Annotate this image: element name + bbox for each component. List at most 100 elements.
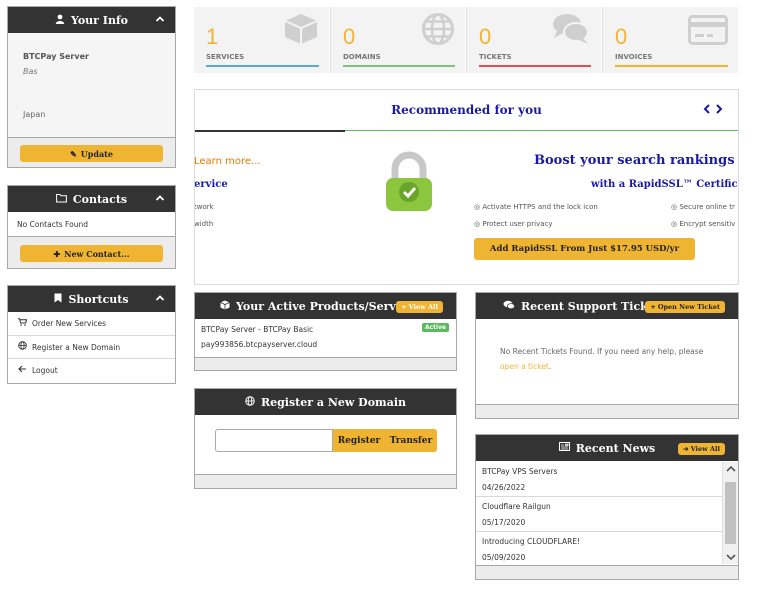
chevron-up-icon[interactable] — [155, 293, 165, 303]
active-products-header: Your Active Products/Services + View All — [195, 293, 456, 319]
comments-icon — [503, 300, 515, 313]
shortcut-register-domain[interactable]: Register a New Domain — [8, 335, 175, 358]
promo-headline: Boost your search rankings — [534, 153, 735, 168]
news-scrollbar[interactable] — [722, 462, 738, 564]
open-ticket-link[interactable]: open — [500, 362, 519, 371]
register-domain-title: Register a New Domain — [260, 395, 407, 409]
shortcut-order-new-services[interactable]: Order New Services — [8, 312, 175, 335]
register-domain-footer — [195, 474, 456, 488]
scroll-up-icon[interactable] — [723, 462, 739, 476]
feature-1: ◎ Activate HTTPS and the lock icon — [474, 203, 598, 211]
cart-icon — [18, 318, 32, 329]
domain-input[interactable] — [215, 429, 333, 452]
chevron-up-icon[interactable] — [155, 14, 165, 24]
product-row[interactable]: BTCPay Server - BTCPay Basic pay993856.b… — [195, 319, 456, 355]
box-icon — [284, 14, 318, 44]
tab-underline-left — [195, 130, 345, 132]
view-all-products-button[interactable]: + View All — [396, 301, 443, 313]
stat-services[interactable]: 1 SERVICES — [194, 7, 329, 73]
stat-services-bar — [206, 65, 319, 67]
check-circle-icon: ◎ — [474, 220, 481, 228]
feature-4: ◎ Encrypt sensitiv — [671, 220, 736, 228]
active-products-title: Your Active Products/Services — [236, 299, 420, 313]
support-tickets-header: Recent Support Tickets + Open New Ticket — [476, 293, 738, 319]
check-circle-icon: ◎ — [671, 220, 678, 228]
news-item[interactable]: Introducing CLOUDFLARE! 05/09/2020 — [476, 532, 722, 564]
your-info-footer: ✎ Update — [8, 137, 175, 167]
recent-news-footer — [476, 565, 738, 579]
register-domain-panel: Register a New Domain Register Transfer — [194, 388, 457, 489]
shortcuts-panel: Shortcuts Order New Services Register a … — [7, 285, 176, 384]
globe-icon — [422, 13, 454, 45]
status-badge: Active — [421, 323, 449, 332]
add-rapidssl-button[interactable]: Add RapidSSL From Just $17.95 USD/yr — [474, 238, 695, 260]
your-info-header[interactable]: Your Info — [8, 7, 175, 33]
arrow-left-icon — [18, 365, 32, 376]
transfer-button[interactable]: Transfer — [385, 429, 437, 452]
recent-news-title: Recent News — [575, 441, 656, 455]
globe-icon — [18, 341, 32, 353]
shortcut-logout[interactable]: Logout — [8, 358, 175, 381]
open-ticket-link-2[interactable]: a ticket — [521, 362, 549, 371]
news-item[interactable]: Cloudflare Railgun 05/17/2020 — [476, 497, 722, 532]
stat-invoices[interactable]: 0 INVOICES — [602, 7, 738, 73]
service-line-1: twork — [194, 203, 214, 211]
stat-tickets[interactable]: 0 TICKETS — [466, 7, 601, 73]
arrow-right-icon: ➔ — [683, 445, 689, 453]
chevron-left-icon[interactable] — [702, 103, 712, 115]
product-domain: pay993856.btcpayserver.cloud — [201, 340, 318, 349]
cube-icon — [220, 300, 230, 313]
open-new-ticket-button[interactable]: + Open New Ticket — [645, 301, 725, 313]
folder-icon — [55, 193, 67, 206]
plus-icon: + — [401, 303, 407, 311]
product-name: BTCPay Server - BTCPay Basic — [201, 325, 314, 334]
bookmark-icon — [54, 293, 62, 306]
contacts-footer: ✚ New Contact... — [8, 236, 175, 268]
chevron-up-icon[interactable] — [155, 193, 165, 203]
recommended-panel: Recommended for you Learn more... ervice… — [194, 89, 739, 285]
stat-domains[interactable]: 0 DOMAINS — [330, 7, 465, 73]
stat-domains-bar — [343, 65, 455, 67]
update-button[interactable]: ✎ Update — [20, 145, 163, 162]
contacts-header[interactable]: Contacts — [8, 186, 175, 212]
news-item[interactable]: BTCPay VPS Servers 04/26/2022 — [476, 462, 722, 497]
padlock-icon — [386, 151, 432, 211]
scroll-down-icon[interactable] — [723, 550, 739, 564]
your-info-panel: Your Info BTCPay Server Bas Japan ✎ Upda… — [7, 6, 176, 168]
learn-more-link[interactable]: Learn more... — [195, 156, 261, 167]
active-products-panel: Your Active Products/Services + View All … — [194, 292, 457, 371]
register-button[interactable]: Register — [333, 429, 385, 452]
your-info-title: Your Info — [70, 13, 129, 27]
recommended-title: Recommended for you — [391, 103, 542, 117]
plus-icon: + — [650, 303, 656, 311]
support-tickets-footer — [476, 404, 738, 418]
feature-3: ◎ Secure online tr — [671, 203, 735, 211]
globe-icon — [245, 395, 255, 409]
newspaper-icon — [558, 442, 570, 454]
contacts-title: Contacts — [72, 192, 128, 206]
recent-news-header: Recent News ➔ View All — [476, 435, 738, 461]
chevron-right-icon[interactable] — [714, 103, 724, 115]
credit-card-icon — [688, 15, 728, 45]
user-icon — [55, 14, 65, 27]
news-list: BTCPay VPS Servers 04/26/2022 Cloudflare… — [476, 462, 722, 564]
carousel-nav — [702, 103, 724, 115]
check-circle-icon: ◎ — [474, 203, 481, 211]
scrollbar-thumb[interactable] — [725, 482, 736, 544]
support-message: No Recent Tickets Found. If you need any… — [500, 347, 704, 371]
plus-icon: ✚ — [53, 248, 61, 259]
support-tickets-panel: Recent Support Tickets + Open New Ticket … — [475, 292, 739, 419]
stat-invoices-bar — [615, 65, 728, 67]
register-domain-header: Register a New Domain — [195, 389, 456, 415]
user-name: BTCPay Server — [23, 52, 89, 61]
contacts-panel: Contacts No Contacts Found ✚ New Contact… — [7, 185, 176, 269]
shortcuts-title: Shortcuts — [68, 292, 129, 306]
user-country: Japan — [23, 110, 46, 119]
active-products-footer — [195, 357, 456, 370]
domain-search-group: Register Transfer — [215, 429, 437, 452]
service-heading: ervice — [194, 179, 228, 190]
shortcuts-header[interactable]: Shortcuts — [8, 286, 175, 312]
new-contact-button[interactable]: ✚ New Contact... — [20, 245, 163, 262]
view-all-news-button[interactable]: ➔ View All — [678, 443, 725, 455]
pencil-icon: ✎ — [70, 148, 77, 159]
